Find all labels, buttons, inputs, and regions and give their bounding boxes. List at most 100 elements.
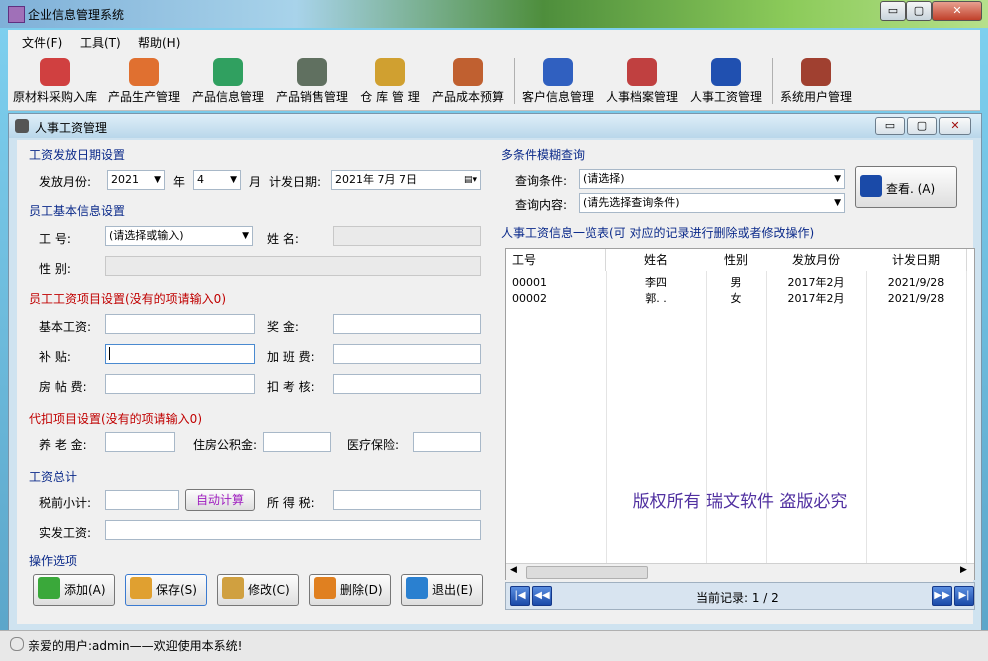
user-icon	[801, 58, 831, 86]
income-tax-input[interactable]	[333, 490, 481, 510]
save-button[interactable]: 保存(S)	[125, 574, 207, 606]
app-window: 企业信息管理系统 ▭ ▢ ✕ 文件(F) 工具(T) 帮助(H) 原材料采购入库…	[0, 0, 988, 661]
toolbar-system-users[interactable]: 系统用户管理	[776, 52, 856, 108]
pencil-icon	[222, 577, 244, 599]
section-employee: 员工基本信息设置	[29, 204, 126, 218]
delete-button[interactable]: 删除(D)	[309, 574, 391, 606]
scroll-right-icon[interactable]: ▶	[960, 565, 967, 575]
income-tax-label: 所 得 税:	[267, 496, 315, 510]
exit-button[interactable]: 退出(E)	[401, 574, 483, 606]
toolbar-hr-archive[interactable]: 人事档案管理	[602, 52, 682, 108]
column-header[interactable]: 发放月份	[766, 249, 867, 271]
base-salary-input[interactable]	[105, 314, 255, 334]
emp-no-combo[interactable]: (请选择或输入) ▼	[105, 226, 253, 246]
subsidy-input[interactable]	[105, 344, 255, 364]
calc-date-picker[interactable]: 2021年 7月 7日 ▤▾	[331, 170, 481, 190]
payroll-icon	[711, 58, 741, 86]
close-button[interactable]: ✕	[932, 1, 982, 21]
query-condition-label: 查询条件:	[515, 174, 568, 188]
auto-calc-button[interactable]: 自动计算	[185, 489, 255, 511]
menu-file[interactable]: 文件(F)	[22, 34, 62, 51]
pension-input[interactable]	[105, 432, 175, 452]
column-header[interactable]: 工号	[506, 249, 606, 271]
housing-fund-input[interactable]	[263, 432, 331, 452]
query-content-label: 查询内容:	[515, 198, 568, 212]
inner-minimize-button[interactable]: ▭	[875, 117, 905, 135]
table-cell[interactable]: 2017年2月	[766, 291, 866, 306]
query-content-select[interactable]: (请先选择查询条件) ▼	[579, 193, 845, 213]
toolbar-separator	[772, 58, 773, 104]
edit-button[interactable]: 修改(C)	[217, 574, 299, 606]
pay-month-label: 发放月份:	[39, 175, 92, 189]
inner-close-button[interactable]: ✕	[939, 117, 971, 135]
first-record-icon[interactable]: |◀	[510, 586, 530, 606]
month-select[interactable]: 4 ▼	[193, 170, 241, 190]
horizontal-scrollbar[interactable]: ◀ ▶	[506, 563, 974, 580]
rent-allowance-input[interactable]	[105, 374, 255, 394]
toolbar-customer[interactable]: 客户信息管理	[518, 52, 598, 108]
files-icon	[627, 58, 657, 86]
overtime-input[interactable]	[333, 344, 481, 364]
net-salary-input[interactable]	[105, 520, 481, 540]
last-record-icon[interactable]: ▶|	[954, 586, 974, 606]
toolbar-product-info[interactable]: 产品信息管理	[188, 52, 268, 108]
add-button[interactable]: 添加(A)	[33, 574, 115, 606]
salary-table[interactable]: 工号 姓名 性别 发放月份 计发日期 00001 李四 男 2017年2月 20…	[505, 248, 975, 580]
column-header[interactable]: 性别	[706, 249, 767, 271]
base-salary-label: 基本工资:	[39, 320, 92, 334]
table-cell[interactable]: 女	[706, 291, 766, 306]
table-cell[interactable]: 2017年2月	[766, 275, 866, 290]
maximize-button[interactable]: ▢	[906, 1, 932, 21]
table-cell[interactable]: 2021/9/28	[866, 275, 966, 290]
column-header[interactable]: 姓名	[606, 249, 707, 271]
pretax-input[interactable]	[105, 490, 179, 510]
bonus-input[interactable]	[333, 314, 481, 334]
medical-label: 医疗保险:	[347, 438, 400, 452]
record-navigator: |◀ ◀◀ 当前记录: 1 / 2 ▶▶ ▶|	[505, 582, 975, 610]
table-cell[interactable]: 郭. .	[606, 291, 706, 306]
inner-maximize-button[interactable]: ▢	[907, 117, 937, 135]
salary-window-titlebar: 人事工资管理 ▭ ▢ ✕	[9, 114, 981, 138]
document-icon	[213, 58, 243, 86]
table-cell[interactable]: 李四	[606, 275, 706, 290]
table-cell[interactable]: 2021/9/28	[866, 291, 966, 306]
people-icon	[543, 58, 573, 86]
rent-allowance-label: 房 帖 费:	[39, 380, 87, 394]
pension-label: 养 老 金:	[39, 438, 87, 452]
toolbar-hr-salary[interactable]: 人事工资管理	[686, 52, 766, 108]
scroll-left-icon[interactable]: ◀	[510, 565, 517, 575]
section-withhold: 代扣项目设置(没有的项请输入0)	[29, 412, 202, 426]
menu-help[interactable]: 帮助(H)	[138, 34, 180, 51]
toolbar-production[interactable]: 产品生产管理	[104, 52, 184, 108]
arrow-right-icon	[406, 577, 428, 599]
next-record-icon[interactable]: ▶▶	[932, 586, 952, 606]
menu-bar: 文件(F) 工具(T) 帮助(H)	[8, 30, 980, 52]
prev-record-icon[interactable]: ◀◀	[532, 586, 552, 606]
salary-window: 人事工资管理 ▭ ▢ ✕ 工资发放日期设置 发放月份: 2021 ▼ 年 4 ▼ 月…	[8, 113, 982, 631]
chevron-down-icon: ▼	[242, 231, 249, 241]
view-button[interactable]: 查看. (A)	[855, 166, 957, 208]
menu-tools[interactable]: 工具(T)	[80, 34, 121, 51]
column-header[interactable]: 计发日期	[866, 249, 967, 271]
scrollbar-thumb[interactable]	[526, 566, 648, 579]
deduct-input[interactable]	[333, 374, 481, 394]
section-pay-date: 工资发放日期设置	[29, 148, 126, 162]
blocks-icon	[129, 58, 159, 86]
year-select[interactable]: 2021 ▼	[107, 170, 165, 190]
toolbar-sales[interactable]: 产品销售管理	[272, 52, 352, 108]
toolbar-raw-material[interactable]: 原材料采购入库	[10, 52, 100, 108]
minimize-button[interactable]: ▭	[880, 1, 906, 21]
toolbar-cost-budget[interactable]: 产品成本预算	[428, 52, 508, 108]
emp-no-label: 工 号:	[39, 232, 71, 246]
table-cell[interactable]: 男	[706, 275, 766, 290]
query-condition-select[interactable]: (请选择) ▼	[579, 169, 845, 189]
toolbar-warehouse[interactable]: 仓 库 管 理	[354, 52, 426, 108]
table-cell[interactable]: 00001	[512, 275, 602, 290]
table-cell[interactable]: 00002	[512, 291, 602, 306]
bonus-label: 奖 金:	[267, 320, 299, 334]
month-unit: 月	[249, 175, 262, 189]
section-salary-items: 员工工资项目设置(没有的项请输入0)	[29, 292, 226, 306]
box-icon	[453, 58, 483, 86]
medical-input[interactable]	[413, 432, 481, 452]
calc-date-label: 计发日期:	[269, 175, 322, 189]
